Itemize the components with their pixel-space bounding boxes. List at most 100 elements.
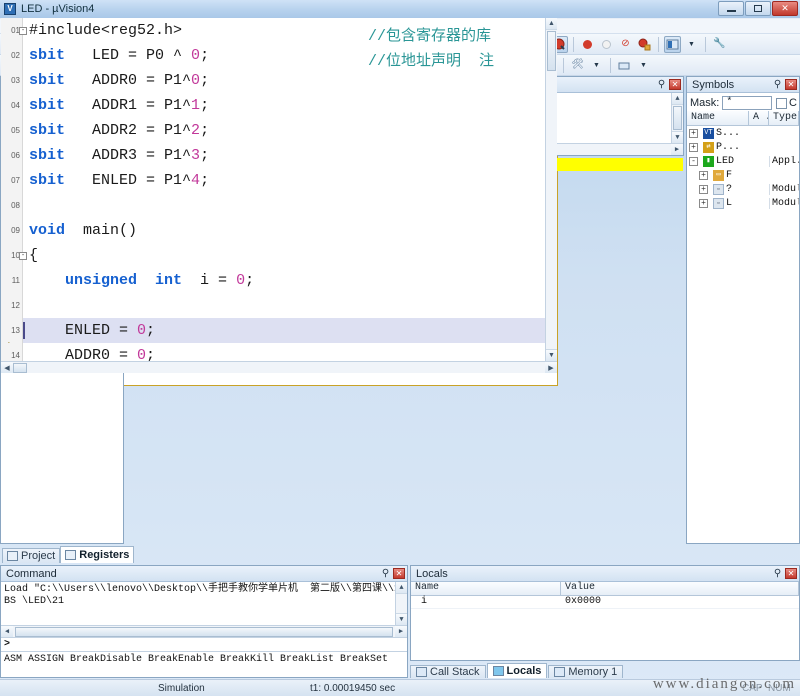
- scroll-left-icon[interactable]: ◀: [1, 626, 13, 637]
- locals-row[interactable]: i 0x0000: [411, 596, 799, 609]
- manage-components-icon[interactable]: [664, 36, 681, 53]
- scroll-down-icon[interactable]: ▼: [396, 613, 407, 625]
- scroll-right-icon[interactable]: ▶: [545, 362, 557, 373]
- dropdown-arrow-icon[interactable]: ▼: [683, 36, 700, 53]
- code-line[interactable]: 01- #include<reg52.h> //包含寄存器的库: [1, 18, 557, 43]
- editor-hscrollbar[interactable]: ◀ ▶: [1, 361, 557, 373]
- toolbar-separator: [563, 58, 564, 73]
- pin-icon[interactable]: ⚲: [380, 568, 391, 579]
- pin-icon[interactable]: ⚲: [772, 79, 783, 90]
- command-input[interactable]: >: [1, 637, 407, 652]
- tab-registers[interactable]: Registers: [60, 546, 134, 563]
- insert-breakpoint-icon[interactable]: [579, 36, 596, 53]
- symbol-row-module-1[interactable]: +▫? Module: [687, 182, 799, 196]
- column-type[interactable]: Type: [769, 111, 799, 125]
- debug-settings-icon[interactable]: [616, 57, 633, 74]
- line-gutter: 01-: [1, 18, 23, 43]
- pin-icon[interactable]: ⚲: [772, 568, 783, 579]
- toolbox-icon[interactable]: 🛠: [569, 57, 586, 74]
- collapse-icon[interactable]: -: [689, 157, 698, 166]
- kill-breakpoint-icon[interactable]: [598, 36, 615, 53]
- command-vscrollbar[interactable]: ▲ ▼: [395, 582, 407, 625]
- line-gutter: 09: [1, 218, 23, 243]
- dropdown-arrow-icon[interactable]: ▼: [635, 57, 652, 74]
- scroll-up-icon[interactable]: ▲: [546, 18, 557, 30]
- close-button[interactable]: ✕: [772, 1, 798, 16]
- close-icon[interactable]: ✕: [785, 568, 797, 579]
- line-gutter: 05: [1, 118, 23, 143]
- symbol-row-folder[interactable]: +▭F: [687, 168, 799, 182]
- column-attr[interactable]: A ...: [749, 111, 769, 125]
- code-line[interactable]: 04 sbit ADDR1 = P1^1;: [1, 93, 557, 118]
- code-line[interactable]: 03 sbit ADDR0 = P1^0;: [1, 68, 557, 93]
- symbols-mask-row: Mask: * C: [687, 93, 799, 111]
- tab-memory-1[interactable]: Memory 1: [548, 665, 623, 678]
- column-name[interactable]: Name: [687, 111, 749, 125]
- dropdown-arrow-icon[interactable]: ▼: [588, 57, 605, 74]
- scroll-thumb[interactable]: [547, 31, 556, 71]
- editor-vscrollbar[interactable]: ▲ ▼: [545, 18, 557, 361]
- scroll-left-icon[interactable]: ◀: [1, 362, 13, 373]
- close-icon[interactable]: ✕: [669, 79, 681, 90]
- minimize-button[interactable]: [718, 1, 744, 16]
- code-line[interactable]: 10- {: [1, 243, 557, 268]
- code-line[interactable]: 06 sbit ADDR3 = P1^3;: [1, 143, 557, 168]
- command-output[interactable]: Load "C:\\Users\\lenovo\\Desktop\\手把手教你学…: [1, 582, 407, 637]
- scroll-down-icon[interactable]: ▼: [672, 131, 683, 143]
- scroll-up-icon[interactable]: ▲: [672, 93, 683, 105]
- code-text: sbit ADDR0 = P1^0;: [23, 72, 557, 89]
- case-sensitive-checkbox[interactable]: [776, 98, 787, 109]
- expand-icon[interactable]: +: [699, 185, 708, 194]
- scroll-thumb[interactable]: [15, 627, 393, 637]
- expand-icon[interactable]: +: [699, 171, 708, 180]
- kill-all-breakpoints-icon[interactable]: [636, 36, 653, 53]
- configuration-wizard-icon[interactable]: 🔧: [711, 36, 728, 53]
- disable-breakpoint-icon[interactable]: ⊘: [617, 36, 634, 53]
- line-gutter: 03: [1, 68, 23, 93]
- symbol-row-vt[interactable]: +VTS...: [687, 126, 799, 140]
- code-line[interactable]: 11 unsigned int i = 0;: [1, 268, 557, 293]
- code-line[interactable]: 12: [1, 293, 557, 318]
- pin-icon[interactable]: ⚲: [656, 79, 667, 90]
- expand-icon[interactable]: +: [689, 129, 698, 138]
- code-line[interactable]: 07 sbit ENLED = P1^4;: [1, 168, 557, 193]
- editor-code-area[interactable]: 01- #include<reg52.h> //包含寄存器的库 02 sbit …: [1, 18, 557, 373]
- scroll-up-icon[interactable]: ▲: [396, 582, 407, 594]
- symbol-row-led[interactable]: -▮LED Appl...: [687, 154, 799, 168]
- disassembly-vscrollbar[interactable]: ▲ ▼: [671, 93, 683, 143]
- command-hscrollbar[interactable]: ◀ ▶: [1, 625, 407, 637]
- locals-panel-header: Locals ⚲ ✕: [411, 566, 799, 582]
- tab-label: Call Stack: [430, 666, 480, 678]
- expand-icon[interactable]: +: [699, 199, 708, 208]
- code-line-current[interactable]: 13 ENLED = 0;: [1, 318, 557, 343]
- bottom-panel-tabs: Call Stack Locals Memory 1: [410, 663, 623, 678]
- scroll-down-icon[interactable]: ▼: [546, 349, 557, 361]
- tab-label: Memory 1: [568, 666, 617, 678]
- scroll-right-icon[interactable]: ▶: [395, 626, 407, 637]
- code-comment: //位地址声明 注: [368, 47, 494, 72]
- symbol-row-p[interactable]: +⇄P...: [687, 140, 799, 154]
- scroll-thumb[interactable]: [13, 363, 27, 373]
- code-line[interactable]: 08: [1, 193, 557, 218]
- code-text: sbit ADDR2 = P1^2;: [23, 122, 557, 139]
- code-line[interactable]: 02 sbit LED = P0 ^ 0; //位地址声明 注: [1, 43, 557, 68]
- symbol-row-module-2[interactable]: +▫L Module: [687, 196, 799, 210]
- code-line[interactable]: 05 sbit ADDR2 = P1^2;: [1, 118, 557, 143]
- scroll-right-icon[interactable]: ▶: [671, 144, 683, 155]
- close-icon[interactable]: ✕: [785, 79, 797, 90]
- scroll-thumb[interactable]: [673, 106, 682, 130]
- code-line[interactable]: 09 void main(): [1, 218, 557, 243]
- toolbar-separator: [705, 37, 706, 52]
- line-gutter: 11: [1, 268, 23, 293]
- mask-input[interactable]: *: [722, 96, 772, 110]
- tab-locals[interactable]: Locals: [487, 663, 548, 678]
- line-gutter: 02: [1, 43, 23, 68]
- column-value[interactable]: Value: [561, 582, 799, 595]
- column-name[interactable]: Name: [411, 582, 561, 595]
- code-text: sbit ADDR1 = P1^1;: [23, 97, 557, 114]
- tab-call-stack[interactable]: Call Stack: [410, 665, 486, 678]
- maximize-button[interactable]: [745, 1, 771, 16]
- tab-project[interactable]: Project: [2, 548, 60, 563]
- close-icon[interactable]: ✕: [393, 568, 405, 579]
- expand-icon[interactable]: +: [689, 143, 698, 152]
